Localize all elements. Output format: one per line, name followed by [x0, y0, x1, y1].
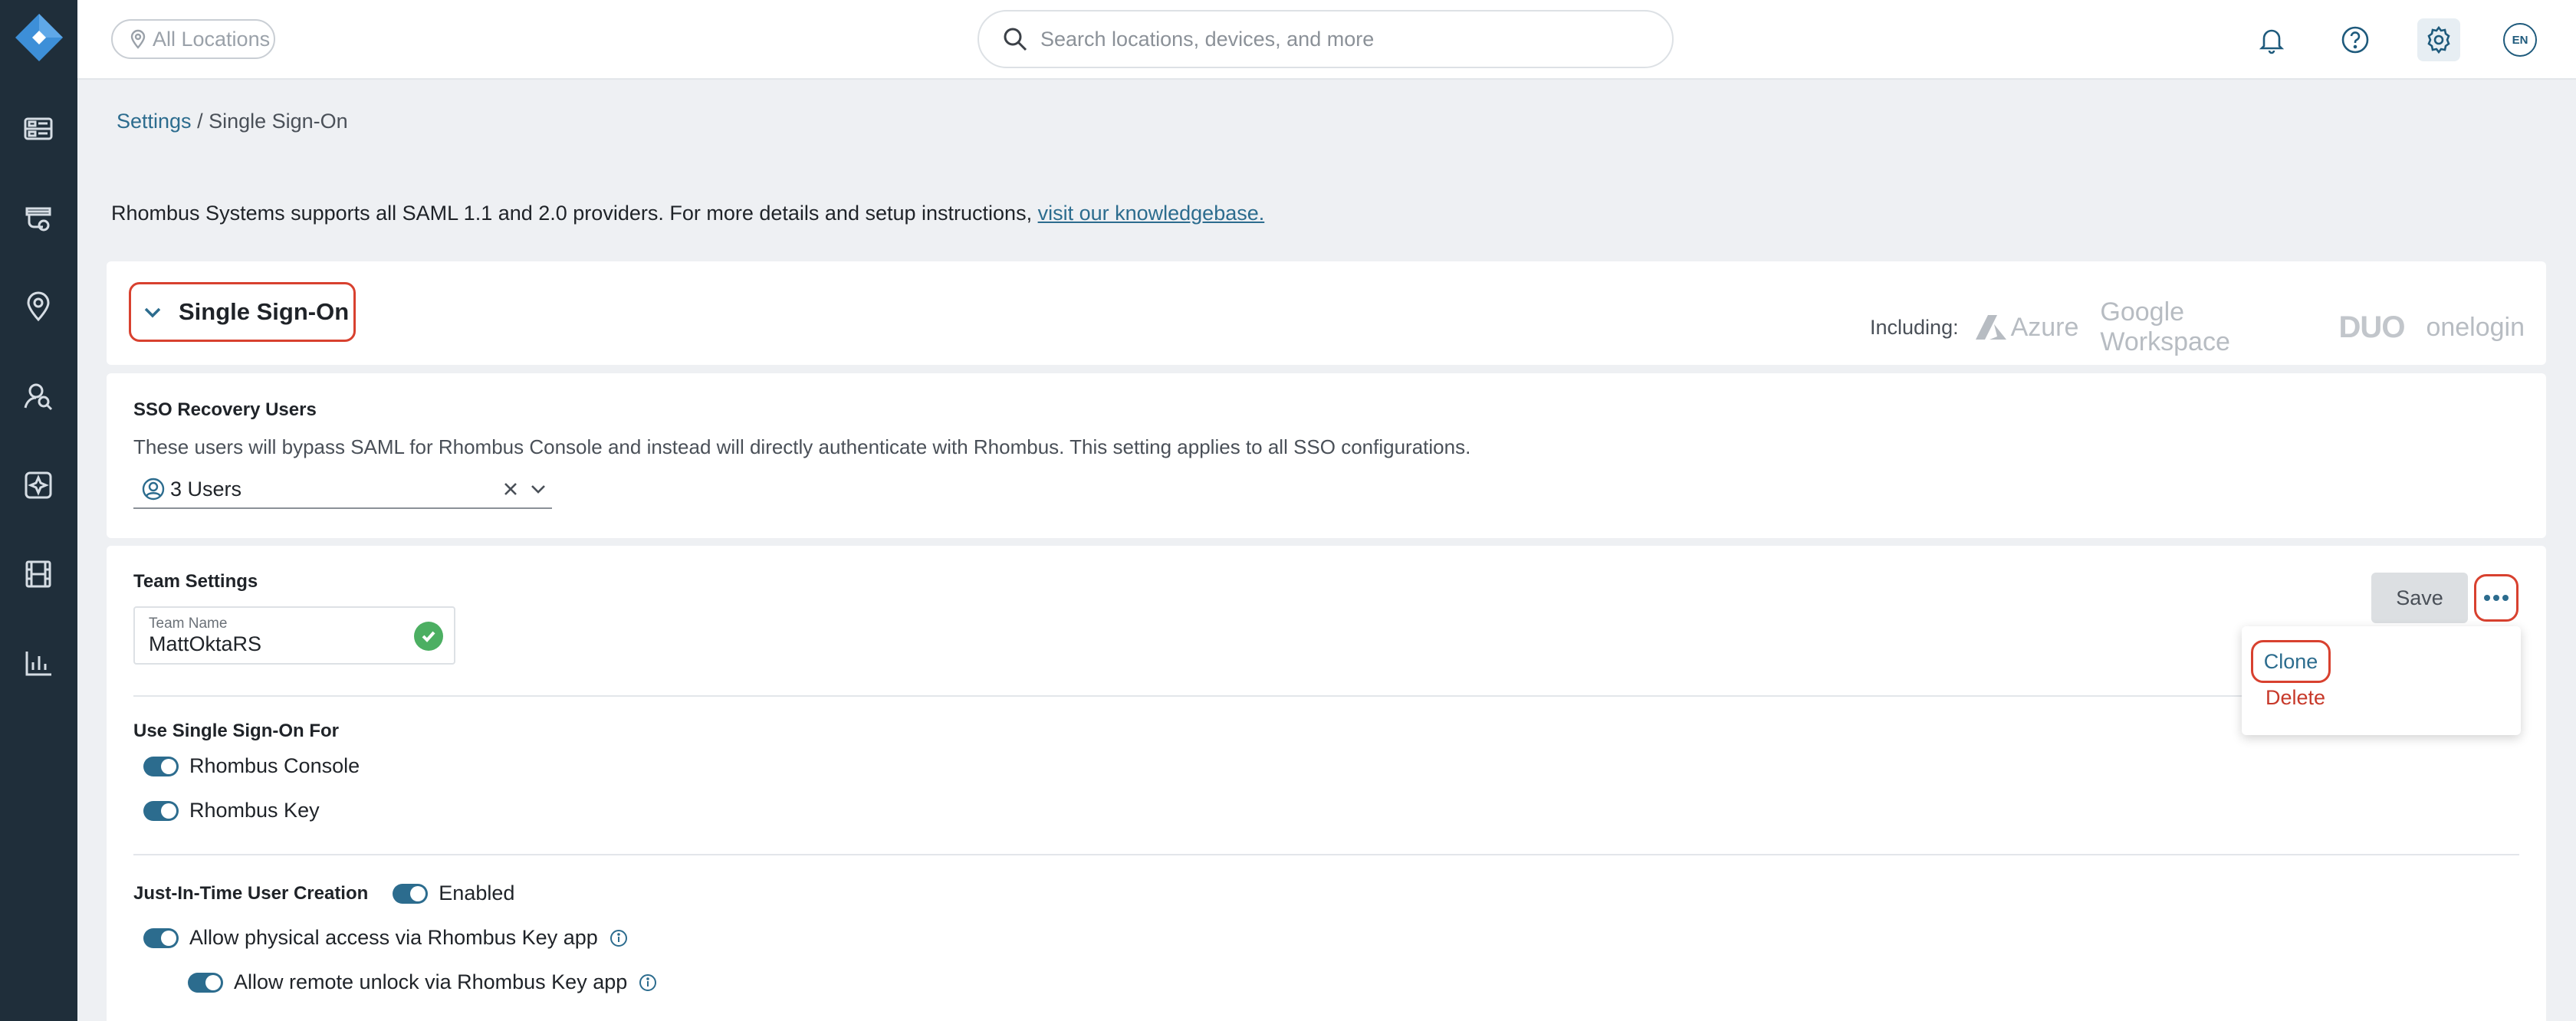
close-icon [504, 483, 517, 495]
dashboard-icon[interactable] [19, 110, 58, 148]
info-icon[interactable] [638, 973, 658, 993]
toggle-row-rhombus-console: Rhombus Console [143, 754, 360, 778]
google-workspace-logo: Google Workspace [2100, 297, 2230, 356]
physical-access-label: Allow physical access via Rhombus Key ap… [189, 926, 598, 949]
rhombus-key-label: Rhombus Key [189, 799, 320, 822]
azure-label: Azure [2010, 312, 2079, 342]
location-filter[interactable]: All Locations [111, 19, 275, 59]
search-people-icon[interactable] [19, 377, 58, 415]
remote-unlock-row: Allow remote unlock via Rhombus Key app [188, 970, 658, 994]
physical-access-toggle[interactable] [143, 927, 179, 948]
knowledgebase-link[interactable]: visit our knowledgebase. [1038, 202, 1265, 225]
team-name-field[interactable]: Team Name MattOktaRS [133, 606, 455, 665]
global-search[interactable] [978, 10, 1674, 68]
recovery-users-description: These users will bypass SAML for Rhombus… [133, 435, 1471, 458]
breadcrumb-settings-link[interactable]: Settings [117, 110, 192, 133]
check-circle-icon [414, 622, 443, 651]
delete-menu-item[interactable]: Delete [2266, 686, 2325, 710]
sso-collapse-toggle[interactable]: Single Sign-On [129, 282, 356, 342]
recovery-users-value: 3 Users [170, 477, 242, 501]
more-options-button[interactable] [2474, 574, 2518, 622]
help-button[interactable] [2334, 18, 2377, 61]
jit-title: Just-In-Time User Creation [133, 882, 369, 904]
onelogin-logo: onelogin [2426, 312, 2525, 342]
toggle-row-rhombus-key: Rhombus Key [143, 799, 320, 822]
chevron-down-icon [144, 307, 161, 318]
chevron-down-icon [531, 485, 545, 494]
sso-header-card: Single Sign-On Including: Azure Google W… [107, 261, 2546, 365]
jit-row: Just-In-Time User Creation Enabled [133, 881, 514, 905]
saml-info-text: Rhombus Systems supports all SAML 1.1 an… [111, 202, 1038, 225]
azure-logo: Azure [1974, 312, 2079, 343]
more-options-menu: Clone Delete [2242, 626, 2521, 735]
recovery-users-select[interactable]: 3 Users [133, 471, 552, 509]
breadcrumb-current: Single Sign-On [209, 110, 348, 133]
save-button[interactable]: Save [2371, 573, 2468, 623]
team-settings-card: Team Settings Team Name MattOktaRS Save … [107, 546, 2546, 1021]
settings-button[interactable] [2417, 18, 2460, 61]
search-icon [1004, 28, 1027, 51]
help-icon [2341, 26, 2369, 54]
integrations-icon[interactable] [19, 466, 58, 504]
team-name-label: Team Name [149, 616, 228, 632]
remote-unlock-toggle[interactable] [188, 972, 223, 993]
use-sso-title: Use Single Sign-On For [133, 721, 340, 741]
remote-unlock-label: Allow remote unlock via Rhombus Key app [234, 970, 628, 993]
jit-toggle[interactable] [393, 883, 429, 904]
map-pin-icon[interactable] [19, 287, 58, 326]
user-circle-icon [141, 477, 166, 501]
azure-icon [1975, 315, 2006, 340]
duo-logo: DUO [2338, 310, 2406, 344]
including-label: Including: [1870, 315, 1959, 339]
supported-providers: Including: Azure Google Workspace DUO on… [1870, 297, 2546, 357]
recovery-users-card: SSO Recovery Users These users will bypa… [107, 373, 2546, 538]
recovery-users-title: SSO Recovery Users [133, 399, 317, 420]
cameras-icon[interactable] [19, 199, 58, 238]
rhombus-logo[interactable] [14, 12, 64, 63]
bell-icon [2259, 29, 2285, 54]
reports-icon[interactable] [19, 644, 58, 682]
search-input[interactable] [1040, 27, 1623, 51]
sidebar [0, 0, 77, 1021]
rhombus-console-toggle[interactable] [143, 756, 179, 776]
rhombus-console-label: Rhombus Console [189, 754, 360, 777]
physical-access-row: Allow physical access via Rhombus Key ap… [143, 926, 629, 950]
saml-info: Rhombus Systems supports all SAML 1.1 an… [111, 202, 1264, 225]
clone-menu-item[interactable]: Clone [2251, 640, 2331, 683]
video-wall-icon[interactable] [19, 555, 58, 593]
notifications-button[interactable] [2250, 18, 2293, 61]
team-settings-title: Team Settings [133, 571, 258, 592]
breadcrumb-separator: / [191, 110, 209, 133]
location-filter-label: All Locations [153, 27, 271, 51]
rhombus-key-toggle[interactable] [143, 800, 179, 821]
clear-selection-button[interactable] [497, 475, 524, 503]
top-bar: All Locations EN [77, 0, 2576, 80]
breadcrumb: Settings / Single Sign-On [117, 110, 348, 133]
dropdown-toggle[interactable] [524, 475, 552, 503]
more-horizontal-icon [2484, 595, 2509, 601]
section-divider [133, 695, 2519, 697]
jit-status: Enabled [439, 881, 515, 904]
location-pin-icon [130, 29, 146, 49]
gear-icon [2427, 25, 2450, 54]
team-name-value[interactable]: MattOktaRS [149, 632, 440, 656]
section-divider [133, 854, 2519, 855]
sso-title: Single Sign-On [179, 298, 350, 325]
language-button[interactable]: EN [2503, 23, 2537, 57]
info-icon[interactable] [609, 928, 629, 948]
